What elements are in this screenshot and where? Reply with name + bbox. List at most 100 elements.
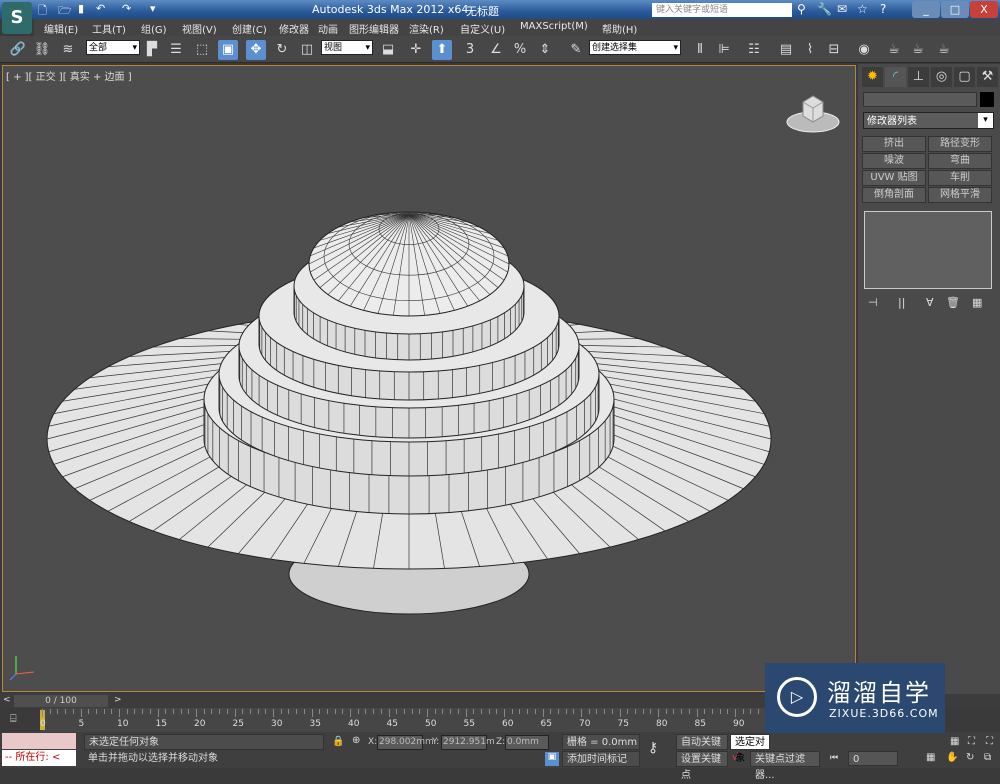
snaps-toggle-icon[interactable]: 3 <box>460 40 480 60</box>
modifier-bevel-profile-button[interactable]: 倒角剖面 <box>862 187 926 203</box>
select-by-name-icon[interactable]: ☰ <box>166 40 186 60</box>
absolute-mode-icon[interactable]: ⊕ <box>352 735 360 746</box>
pin-stack-icon[interactable]: ⊣ <box>868 296 878 309</box>
show-end-result-icon[interactable]: || <box>898 296 905 309</box>
render-production-icon[interactable]: ☕ <box>934 40 954 60</box>
manipulate-icon[interactable]: ✛ <box>406 40 426 60</box>
add-time-tag-button[interactable]: 添加时间标记 <box>562 751 640 767</box>
maxscript-line[interactable]: -- 所在行: < <box>2 750 76 766</box>
curve-editor-icon[interactable]: ⌇ <box>800 40 820 60</box>
menu-modifiers[interactable]: 修改器 <box>279 21 309 36</box>
angle-snap-icon[interactable]: ∠ <box>486 40 506 60</box>
quick-access-dropdown-icon[interactable]: ▾ <box>150 2 156 15</box>
make-unique-icon[interactable]: ∀ <box>926 296 934 309</box>
favorites-icon[interactable]: ☆ <box>857 2 868 16</box>
schematic-view-icon[interactable]: ⊟ <box>824 40 844 60</box>
modifier-bend-button[interactable]: 弯曲 <box>928 153 992 169</box>
maximize-viewport-icon[interactable]: ⧉ <box>984 752 991 763</box>
app-logo-button[interactable]: S <box>2 2 32 34</box>
communication-icon[interactable]: ✉ <box>837 2 847 16</box>
window-crossing-icon[interactable]: ▣ <box>218 40 238 60</box>
search-input[interactable]: 键入关键字或短语 <box>652 3 792 17</box>
viewcube-icon[interactable] <box>783 92 843 137</box>
percent-snap-icon[interactable]: % <box>510 40 530 60</box>
selected-objects-dropdown[interactable]: 选定对象 <box>730 734 770 764</box>
set-key-button[interactable]: 设置关键点 <box>676 751 728 781</box>
menu-graph-editors[interactable]: 图形编辑器 <box>349 21 399 36</box>
create-tab-icon[interactable]: ✹ <box>862 67 883 87</box>
select-and-scale-icon[interactable]: ◫ <box>297 40 317 60</box>
menu-maxscript[interactable]: MAXScript(M) <box>520 21 588 32</box>
graphite-ribbon-icon[interactable]: ▤ <box>776 40 796 60</box>
set-key-icon[interactable]: ⚷ <box>648 740 658 756</box>
select-and-move-icon[interactable]: ✥ <box>246 40 266 60</box>
unlink-icon[interactable]: ⛓ <box>32 40 52 60</box>
edit-named-selection-icon[interactable]: ✎ <box>566 40 586 60</box>
pan-view-icon[interactable]: ✋ <box>946 752 958 763</box>
menu-tools[interactable]: 工具(T) <box>92 21 126 36</box>
remove-modifier-icon[interactable]: 🗑 <box>946 296 960 309</box>
object-color-swatch[interactable] <box>980 92 994 107</box>
zoom-extents-all-icon[interactable]: ⛶ <box>986 736 993 747</box>
minimize-button[interactable]: _ <box>912 1 940 18</box>
menu-animation[interactable]: 动画 <box>318 21 338 36</box>
named-selection-dropdown[interactable]: 创建选择集 <box>589 40 681 56</box>
reference-coordinate-dropdown[interactable]: 视图 <box>321 40 373 56</box>
time-config-icon[interactable]: ▦ <box>926 752 935 763</box>
rectangular-selection-icon[interactable]: ⬚ <box>192 40 212 60</box>
maximize-button[interactable]: □ <box>941 1 969 18</box>
go-to-start-icon[interactable]: ⏮ <box>830 753 838 763</box>
menu-rendering[interactable]: 渲染(R) <box>409 21 444 36</box>
modifier-noise-button[interactable]: 噪波 <box>862 153 926 169</box>
redo-icon[interactable]: ↷ <box>122 2 131 15</box>
time-tag-icon[interactable]: ▣ <box>545 752 559 766</box>
bind-space-warp-icon[interactable]: ≋ <box>58 40 78 60</box>
menu-edit[interactable]: 编辑(E) <box>44 21 78 36</box>
hierarchy-tab-icon[interactable]: ⊥ <box>908 67 929 87</box>
mini-curve-editor-icon[interactable]: ⌸ <box>10 712 17 726</box>
time-slider[interactable]: 0 / 100 <box>14 695 108 707</box>
utilities-tab-icon[interactable]: ⚒ <box>977 67 998 87</box>
maxscript-listener-input[interactable] <box>2 733 76 749</box>
next-frame-icon[interactable]: > <box>114 695 122 705</box>
pivot-center-icon[interactable]: ⬓ <box>378 40 398 60</box>
zoom-all-icon[interactable]: ▦ <box>950 736 959 747</box>
y-coordinate-field[interactable]: 2912.951m <box>441 735 495 750</box>
save-icon[interactable]: ▮ <box>78 2 84 15</box>
rendered-frame-icon[interactable]: ☕ <box>908 40 928 60</box>
display-tab-icon[interactable]: ▢ <box>954 67 975 87</box>
keyboard-shortcut-override-icon[interactable]: ⬆ <box>432 40 452 60</box>
close-button[interactable]: X <box>970 1 998 18</box>
x-coordinate-field[interactable]: 298.002mm <box>377 735 434 750</box>
orbit-icon[interactable]: ↻ <box>966 752 974 763</box>
modifier-list-dropdown[interactable]: 修改器列表 <box>863 112 994 129</box>
configure-modifier-sets-icon[interactable]: ▦ <box>972 296 982 309</box>
chevron-down-icon[interactable]: ▾ <box>978 113 993 128</box>
modify-tab-icon[interactable]: ◜ <box>885 67 906 87</box>
mirror-icon[interactable]: ⫴ <box>690 40 710 60</box>
z-coordinate-field[interactable]: 0.0mm <box>505 735 549 750</box>
wrench-icon[interactable]: 🔧 <box>817 2 832 16</box>
modifier-meshsmooth-button[interactable]: 网格平滑 <box>928 187 992 203</box>
auto-key-button[interactable]: 自动关键点 <box>676 734 728 764</box>
modifier-extrude-button[interactable]: 挤出 <box>862 136 926 152</box>
menu-help[interactable]: 帮助(H) <box>602 21 637 36</box>
render-setup-icon[interactable]: ☕ <box>884 40 904 60</box>
menu-customize[interactable]: 自定义(U) <box>460 21 505 36</box>
binoculars-icon[interactable]: ⚲ <box>797 2 806 16</box>
prev-frame-icon[interactable]: < <box>3 695 11 705</box>
select-object-icon[interactable]: ▛ <box>142 40 162 60</box>
material-editor-icon[interactable]: ◉ <box>854 40 874 60</box>
key-filters-button[interactable]: 关键点过滤器... <box>750 751 820 781</box>
zoom-extents-icon[interactable]: ⛶ <box>968 736 975 747</box>
spinner-snap-icon[interactable]: ⇕ <box>535 40 555 60</box>
select-and-rotate-icon[interactable]: ↻ <box>272 40 292 60</box>
undo-icon[interactable]: ↶ <box>96 2 105 15</box>
link-icon[interactable]: 🔗 <box>8 40 28 60</box>
modifier-path-deform-button[interactable]: 路径变形 <box>928 136 992 152</box>
menu-views[interactable]: 视图(V) <box>182 21 217 36</box>
object-name-field[interactable] <box>863 92 977 107</box>
lock-icon[interactable]: 🔒 <box>332 736 344 747</box>
modifier-lathe-button[interactable]: 车削 <box>928 170 992 186</box>
modifier-uvw-map-button[interactable]: UVW 贴图 <box>862 170 926 186</box>
